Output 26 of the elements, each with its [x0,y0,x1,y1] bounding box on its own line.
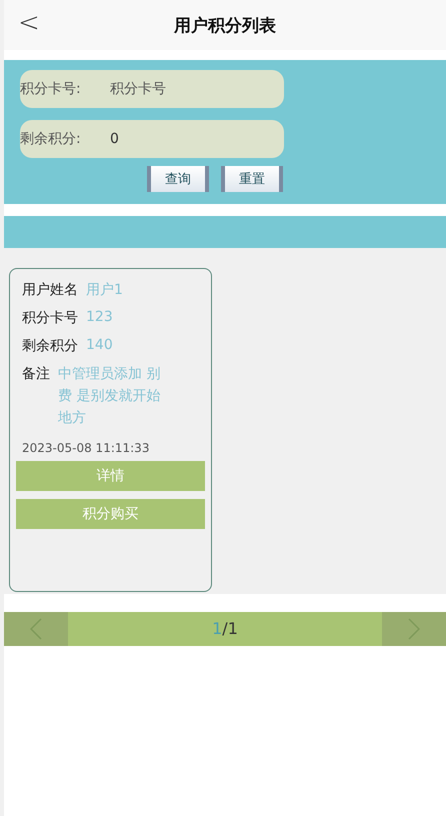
remark-text: 费 是别发就开始 [58,387,160,405]
chevron-left-icon [30,618,42,640]
chevron-right-icon [408,618,420,640]
page-indicator: 1/1 [211,618,239,640]
field-label: 积分卡号 [22,309,78,327]
remark-text: 中管理员添加 别 [58,365,160,383]
field-label: 剩余积分: [20,130,82,148]
form-field[interactable]: 剩余积分: 0 [20,120,284,158]
field-label: 剩余积分 [22,337,78,355]
page-title: 用户积分列表 [174,14,276,36]
input-field[interactable]: 0 [108,130,272,148]
search-button[interactable]: 查询 [147,166,209,192]
field-label: 积分卡号: [20,80,82,98]
next-page-button[interactable] [382,612,446,646]
remark-text: 地方 [58,409,87,427]
back-button[interactable]: < [18,8,40,38]
previous-page-button[interactable] [4,612,68,646]
field-value: 140 [86,337,113,355]
field-value: 123 [86,309,113,327]
field-label: 用户姓名 [22,281,78,299]
field-value: 用户1 [86,281,123,299]
form-field[interactable]: 积分卡号: 积分卡号 [20,70,284,108]
timestamp: 2023-05-08 11:11:33 [21,441,150,455]
search-button[interactable]: 重置 [221,166,283,192]
input-field[interactable]: 积分卡号 [108,80,272,98]
field-label: 备注 [22,365,50,384]
